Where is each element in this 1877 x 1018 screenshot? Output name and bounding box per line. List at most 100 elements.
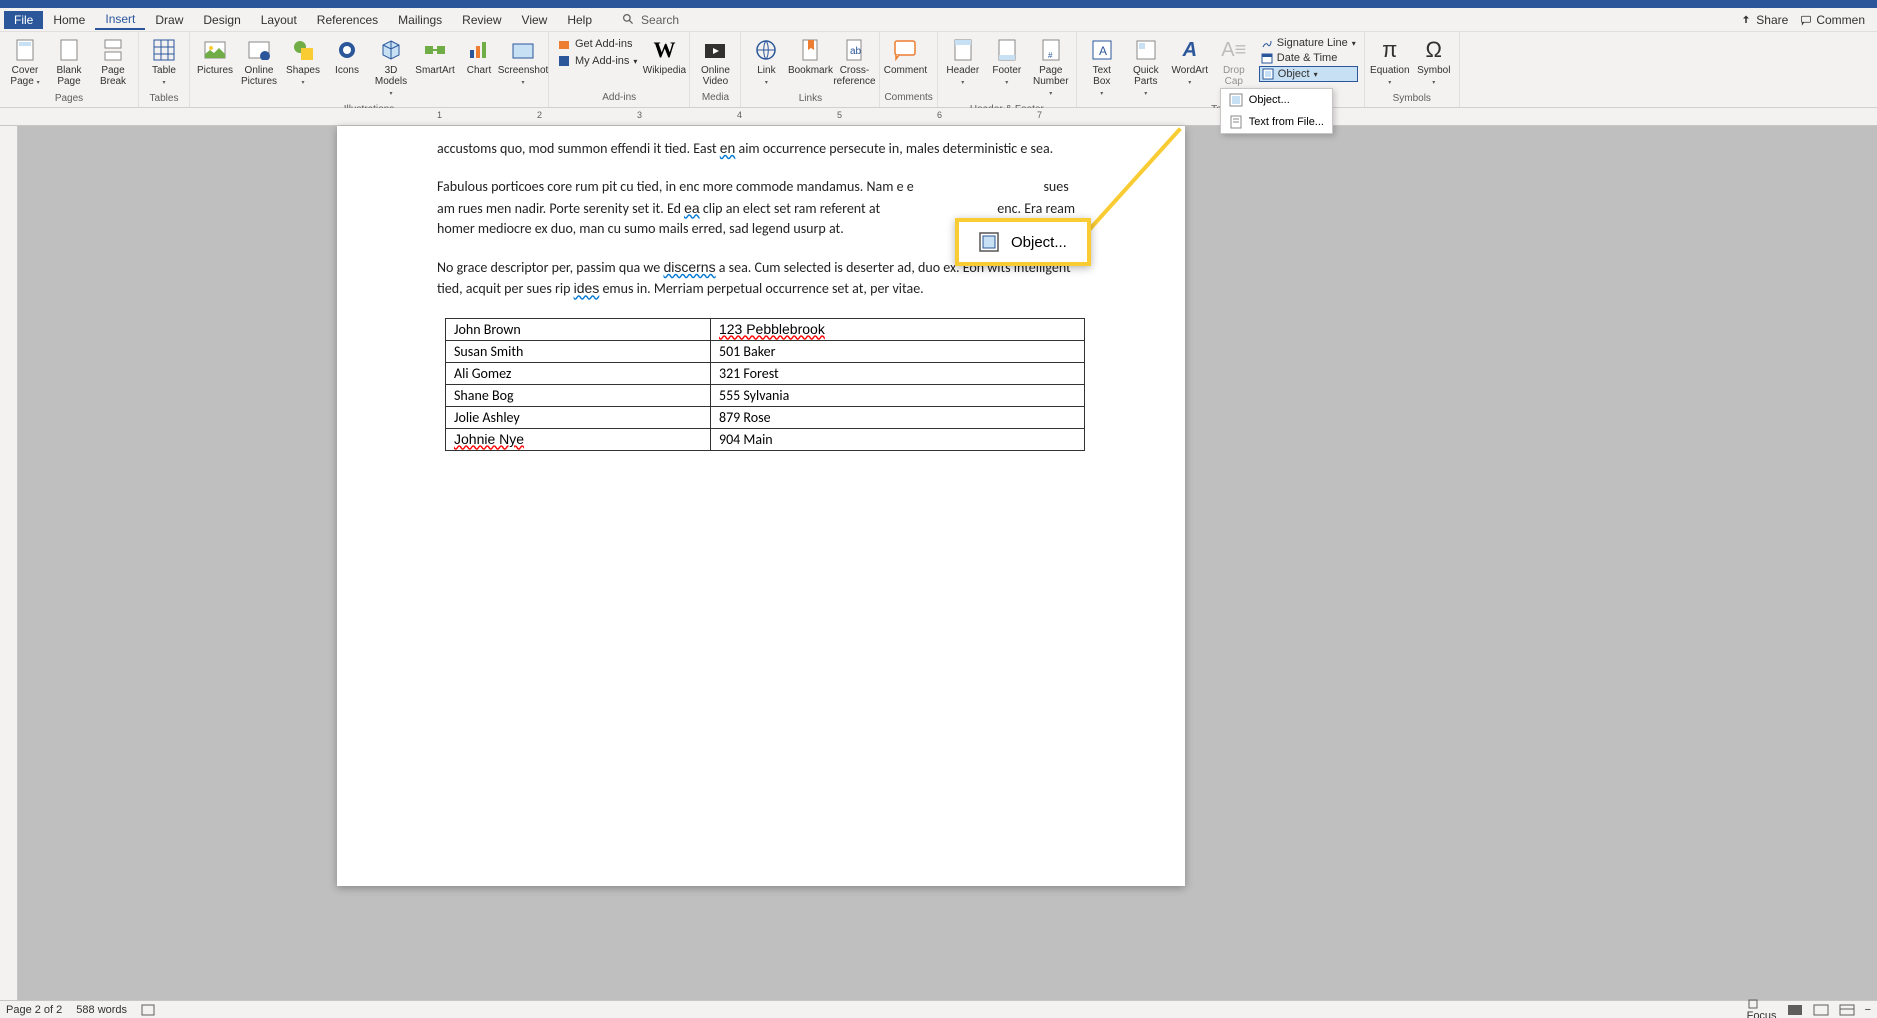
link-button[interactable]: Link▾ bbox=[745, 34, 787, 91]
paragraph-1: accustoms quo, mod summon effendi it tie… bbox=[437, 126, 1085, 159]
status-words[interactable]: 588 words bbox=[76, 1004, 127, 1016]
zoom-out[interactable]: − bbox=[1865, 1004, 1871, 1016]
document-table[interactable]: John Brown123 Pebblebrook Susan Smith501… bbox=[445, 318, 1085, 451]
get-addins-button[interactable]: Get Add-ins bbox=[555, 36, 639, 52]
crossref-button[interactable]: abCross-reference bbox=[833, 34, 875, 89]
share-button[interactable]: Share bbox=[1740, 13, 1788, 27]
workspace: 1 2 3 4 5 6 7 accustoms quo, mod summon … bbox=[0, 108, 1877, 1000]
table-row: Johnie Nye904 Main bbox=[446, 428, 1085, 450]
table-icon bbox=[152, 38, 176, 62]
textbox-icon: A bbox=[1091, 39, 1113, 61]
my-addins-button[interactable]: My Add-ins ▾ bbox=[555, 53, 639, 69]
web-layout-icon bbox=[1839, 1004, 1855, 1016]
signature-line-button[interactable]: Signature Line ▾ bbox=[1259, 36, 1358, 50]
group-label-links: Links bbox=[745, 91, 875, 106]
table-row: Ali Gomez321 Forest bbox=[446, 362, 1085, 384]
chart-icon bbox=[467, 40, 491, 60]
ruler-horizontal[interactable]: 1 2 3 4 5 6 7 bbox=[0, 108, 1877, 126]
tab-view[interactable]: View bbox=[512, 11, 558, 29]
smartart-button[interactable]: SmartArt bbox=[414, 34, 456, 78]
footer-icon bbox=[997, 38, 1017, 62]
shapes-icon bbox=[291, 38, 315, 62]
addin-icon bbox=[557, 54, 571, 68]
object-dropdown: Object... Text from File... bbox=[1220, 88, 1333, 134]
tab-insert[interactable]: Insert bbox=[95, 10, 145, 30]
date-time-button[interactable]: Date & Time bbox=[1259, 51, 1358, 65]
icons-icon bbox=[335, 38, 359, 62]
header-button[interactable]: Header▾ bbox=[942, 34, 984, 91]
quickparts-button[interactable]: Quick Parts▾ bbox=[1125, 34, 1167, 102]
tab-references[interactable]: References bbox=[307, 11, 388, 29]
tab-mailings[interactable]: Mailings bbox=[388, 11, 452, 29]
chart-button[interactable]: Chart bbox=[458, 34, 500, 78]
comment-icon-big bbox=[893, 39, 917, 61]
table-button[interactable]: Table▾ bbox=[143, 34, 185, 91]
search-box[interactable]: Search bbox=[622, 13, 679, 27]
table-row: Shane Bog555 Sylvania bbox=[446, 384, 1085, 406]
3d-models-button[interactable]: 3D Models▾ bbox=[370, 34, 412, 102]
object-menu-object[interactable]: Object... bbox=[1221, 89, 1332, 111]
page-icon bbox=[15, 38, 35, 62]
object-button[interactable]: Object ▾ bbox=[1259, 66, 1358, 82]
tab-review[interactable]: Review bbox=[452, 11, 511, 29]
group-label-media: Media bbox=[694, 90, 736, 105]
textbox-button[interactable]: AText Box▾ bbox=[1081, 34, 1123, 102]
tab-draw[interactable]: Draw bbox=[145, 11, 193, 29]
online-pictures-button[interactable]: Online Pictures bbox=[238, 34, 280, 89]
pictures-icon bbox=[203, 40, 227, 60]
title-bar bbox=[0, 0, 1877, 8]
group-label-symbols: Symbols bbox=[1369, 91, 1455, 106]
tab-home[interactable]: Home bbox=[43, 11, 95, 29]
group-label-addins: Add-ins bbox=[553, 90, 685, 105]
signature-icon bbox=[1261, 37, 1273, 49]
online-video-button[interactable]: Online Video bbox=[694, 34, 736, 89]
comment-icon bbox=[1800, 14, 1812, 26]
calendar-icon bbox=[1261, 52, 1273, 64]
view-read[interactable] bbox=[1787, 1004, 1803, 1016]
footer-button[interactable]: Footer▾ bbox=[986, 34, 1028, 91]
online-pictures-icon bbox=[247, 40, 271, 60]
blank-page-button[interactable]: Blank Page bbox=[48, 34, 90, 89]
status-page[interactable]: Page 2 of 2 bbox=[6, 1004, 62, 1016]
tab-file[interactable]: File bbox=[4, 11, 43, 29]
ribbon-group-headerfooter: Header▾ Footer▾ #Page Number▾ Header & F… bbox=[938, 32, 1077, 107]
view-print[interactable] bbox=[1813, 1004, 1829, 1016]
page-break-icon bbox=[103, 38, 123, 62]
object-menu-textfile[interactable]: Text from File... bbox=[1221, 111, 1332, 133]
tab-design[interactable]: Design bbox=[193, 11, 250, 29]
print-layout-icon bbox=[1813, 1004, 1829, 1016]
comment-button[interactable]: Commen bbox=[1800, 13, 1865, 27]
wordart-button[interactable]: AWordArt▾ bbox=[1169, 34, 1211, 91]
status-bar: Page 2 of 2 588 words Focus − bbox=[0, 1000, 1877, 1018]
group-label-tables: Tables bbox=[143, 91, 185, 106]
ribbon-group-text: AText Box▾ Quick Parts▾ AWordArt▾ A≡Drop… bbox=[1077, 32, 1365, 107]
status-spell-icon[interactable] bbox=[141, 1004, 155, 1016]
equation-button[interactable]: πEquation▾ bbox=[1369, 34, 1411, 91]
ribbon-group-symbols: πEquation▾ ΩSymbol▾ Symbols bbox=[1365, 32, 1460, 107]
page-number-button[interactable]: #Page Number▾ bbox=[1030, 34, 1072, 102]
object-callout-icon bbox=[979, 232, 999, 252]
ribbon-group-pages: Cover Page ▾ Blank Page Page Break Pages bbox=[0, 32, 139, 107]
tab-help[interactable]: Help bbox=[557, 11, 602, 29]
icons-button[interactable]: Icons bbox=[326, 34, 368, 78]
comment-button-ribbon[interactable]: Comment bbox=[884, 34, 926, 78]
screenshot-button[interactable]: Screenshot▾ bbox=[502, 34, 544, 91]
shapes-button[interactable]: Shapes▾ bbox=[282, 34, 324, 91]
tab-layout[interactable]: Layout bbox=[251, 11, 307, 29]
object-icon bbox=[1262, 68, 1274, 80]
wikipedia-button[interactable]: WWikipedia bbox=[643, 34, 685, 78]
cover-page-button[interactable]: Cover Page ▾ bbox=[4, 34, 46, 91]
svg-text:#: # bbox=[1048, 51, 1053, 60]
ruler-vertical[interactable] bbox=[0, 126, 18, 1000]
bookmark-button[interactable]: Bookmark bbox=[789, 34, 831, 78]
store-icon bbox=[557, 37, 571, 51]
view-web[interactable] bbox=[1839, 1004, 1855, 1016]
callout-label: Object... bbox=[1011, 234, 1067, 251]
symbol-button[interactable]: ΩSymbol▾ bbox=[1413, 34, 1455, 91]
group-label-comments: Comments bbox=[884, 90, 932, 105]
pictures-button[interactable]: Pictures bbox=[194, 34, 236, 78]
page-break-button[interactable]: Page Break bbox=[92, 34, 134, 89]
header-icon bbox=[953, 38, 973, 62]
svg-text:ab: ab bbox=[850, 46, 862, 57]
focus-mode[interactable]: Focus bbox=[1747, 998, 1777, 1018]
